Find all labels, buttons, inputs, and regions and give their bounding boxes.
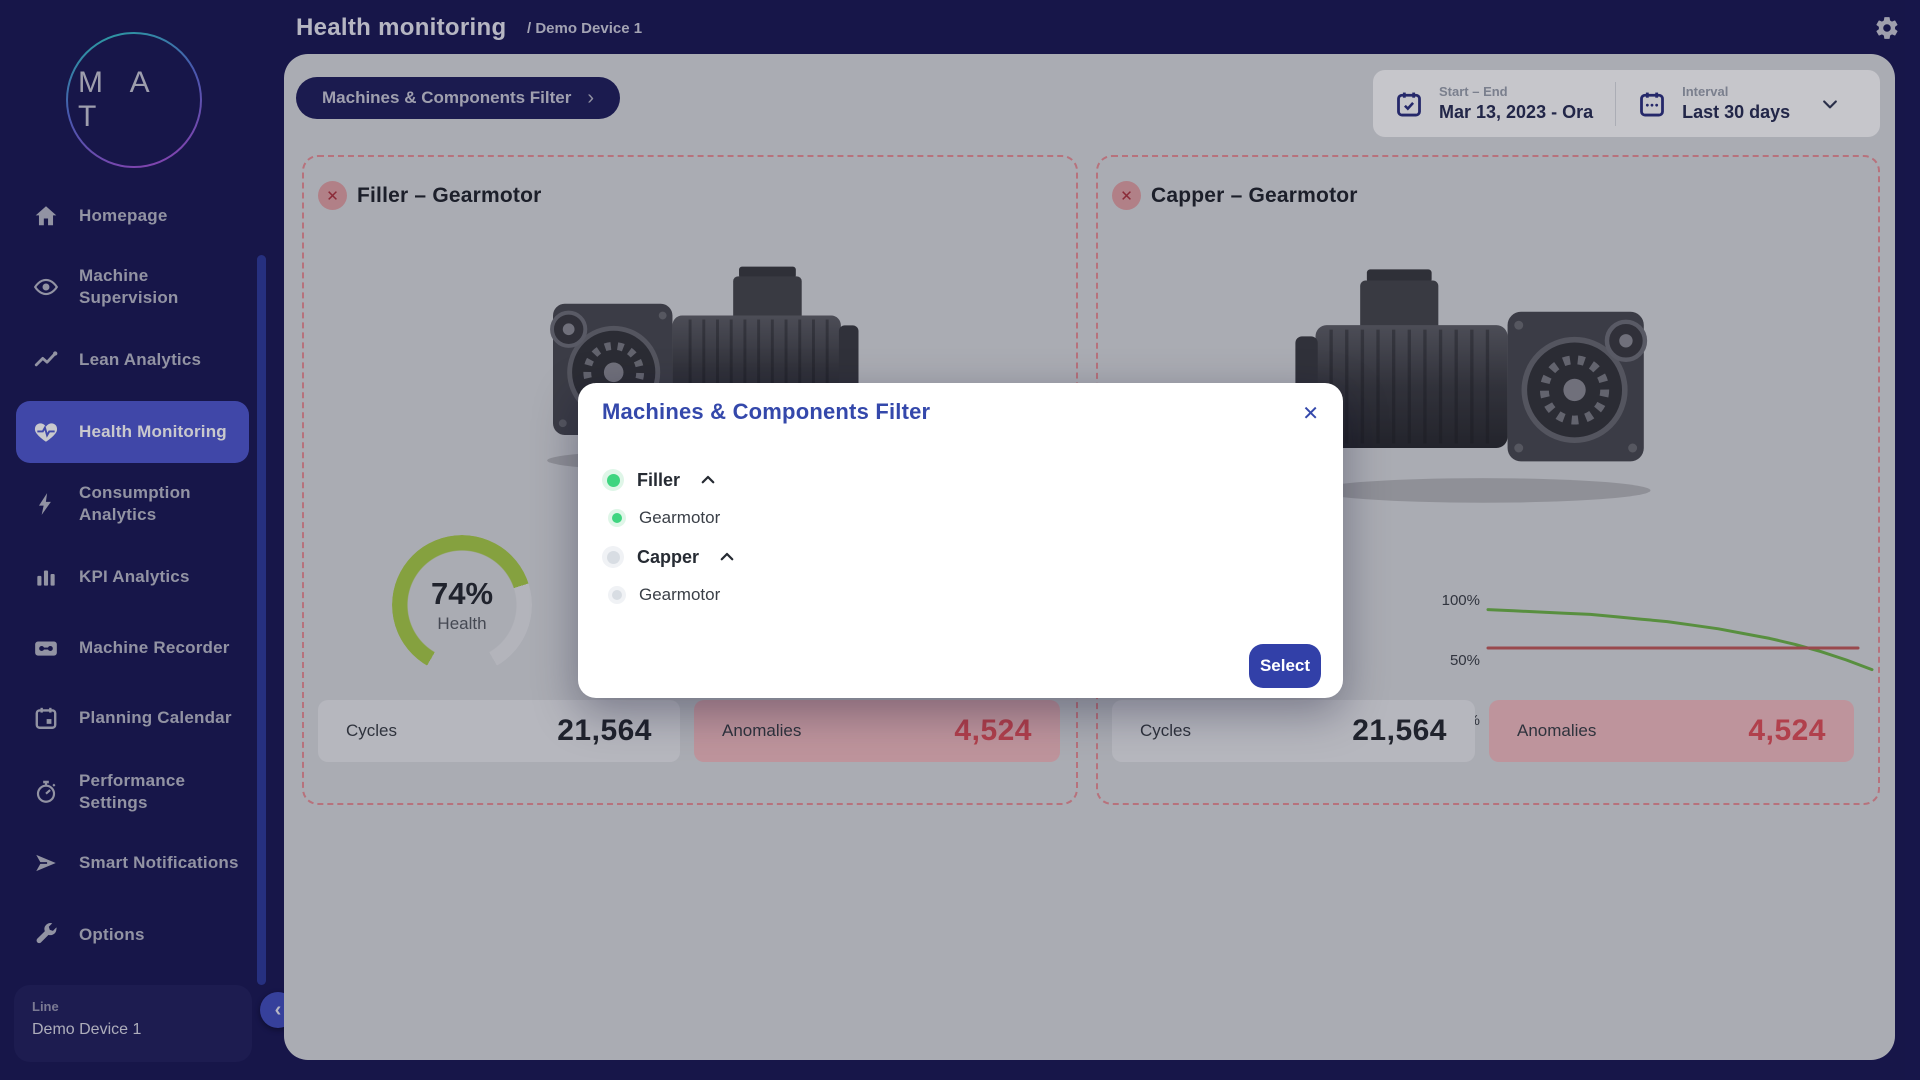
page: M A T Homepage Machine Supervision Lean … bbox=[0, 0, 1920, 1080]
modal-close-button[interactable]: ✕ bbox=[1298, 397, 1323, 430]
component-name: Gearmotor bbox=[639, 585, 720, 605]
component-name: Gearmotor bbox=[639, 508, 720, 528]
group-name: Filler bbox=[637, 470, 680, 491]
filter-group-capper[interactable]: Capper bbox=[602, 546, 736, 568]
radio-unselected-icon[interactable] bbox=[608, 586, 626, 604]
filter-group-filler[interactable]: Filler bbox=[602, 469, 717, 491]
filter-child-filler-gearmotor[interactable]: Gearmotor bbox=[608, 508, 720, 528]
chevron-up-icon[interactable] bbox=[718, 548, 736, 566]
filter-child-capper-gearmotor[interactable]: Gearmotor bbox=[608, 585, 720, 605]
radio-selected-icon[interactable] bbox=[602, 469, 624, 491]
modal-title: Machines & Components Filter bbox=[602, 399, 930, 425]
chevron-up-icon[interactable] bbox=[699, 471, 717, 489]
group-name: Capper bbox=[637, 547, 699, 568]
radio-unselected-icon[interactable] bbox=[602, 546, 624, 568]
machines-components-filter-modal: Machines & Components Filter ✕ Filler Ge… bbox=[578, 383, 1343, 698]
close-icon: ✕ bbox=[1302, 403, 1319, 425]
radio-selected-icon[interactable] bbox=[608, 509, 626, 527]
select-button[interactable]: Select bbox=[1249, 644, 1321, 688]
